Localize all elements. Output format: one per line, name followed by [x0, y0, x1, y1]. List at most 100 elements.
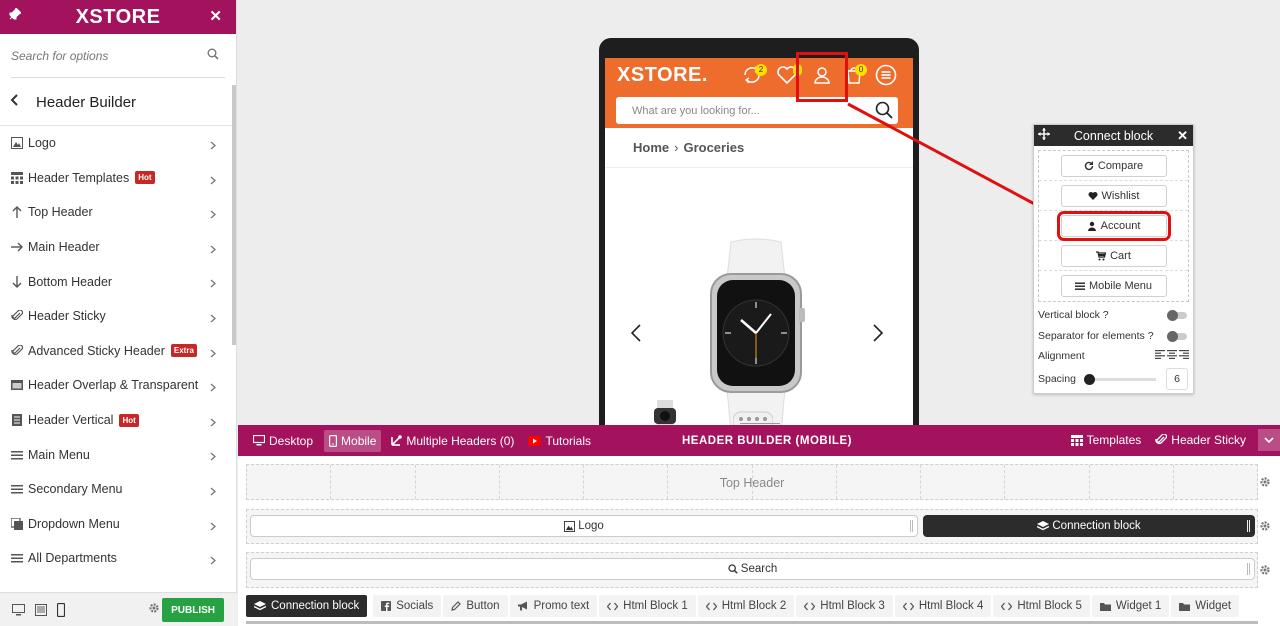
sidebar-item-top-header[interactable]: Top Header — [0, 195, 236, 230]
mobile-menu-icon[interactable] — [875, 64, 899, 88]
preview-search-box — [616, 97, 898, 124]
preview-logo[interactable]: XSTORE. — [617, 64, 708, 87]
search-icon[interactable] — [875, 101, 893, 122]
multiple-headers-icon — [390, 434, 403, 447]
sidebar-item-header-templates[interactable]: Header Templates Hot — [0, 161, 236, 196]
tab-multiple-headers[interactable]: Multiple Headers (0) — [385, 430, 519, 452]
collapse-panel-button[interactable] — [1258, 429, 1280, 451]
mobile-menu-element[interactable]: Mobile Menu — [1060, 275, 1167, 297]
breadcrumb-home[interactable]: Home — [633, 140, 669, 155]
sidebar-item-header-vertical[interactable]: Header Vertical Hot — [0, 403, 236, 438]
align-center-icon[interactable] — [1167, 350, 1177, 362]
mobile-preview-icon[interactable] — [57, 602, 65, 617]
vertical-block-toggle[interactable] — [1167, 309, 1187, 321]
connection-block-element[interactable]: Connection block — [923, 515, 1255, 537]
sidebar-item-header-sticky[interactable]: Header Sticky — [0, 299, 236, 334]
align-left-icon[interactable] — [1155, 350, 1165, 362]
sidebar-item-main-menu[interactable]: Main Menu — [0, 437, 236, 472]
sidebar-item-header-overlap[interactable]: Header Overlap & Transparent — [0, 368, 236, 403]
element-chip-socials[interactable]: Socials — [373, 595, 442, 617]
templates-button[interactable]: Templates — [1066, 429, 1147, 451]
connected-element-row: Cart — [1039, 241, 1188, 271]
sidebar-item-bottom-header[interactable]: Bottom Header — [0, 264, 236, 299]
slider-knob[interactable] — [1084, 374, 1095, 385]
spacing-value-input[interactable]: 6 — [1166, 368, 1188, 390]
vertical-icon — [11, 414, 28, 427]
row-label: Top Header — [719, 476, 785, 490]
tab-desktop[interactable]: Desktop — [248, 430, 318, 452]
element-chip-widget[interactable]: Widget — [1171, 595, 1240, 617]
wishlist-element[interactable]: Wishlist — [1060, 184, 1167, 207]
chevron-down-icon — [1264, 433, 1274, 447]
connected-element-row: Compare — [1039, 151, 1188, 181]
menu-icon — [11, 552, 28, 564]
chip-label: Html Block 5 — [1017, 600, 1082, 612]
tab-mobile[interactable]: Mobile — [324, 429, 382, 452]
back-arrow-icon[interactable] — [10, 93, 36, 111]
sidebar-item-dropdown-menu[interactable]: Dropdown Menu — [0, 507, 236, 542]
element-chip-connection-block[interactable]: Connection block — [246, 595, 368, 617]
vertical-block-option: Vertical block ? — [1034, 305, 1193, 325]
header-sticky-button[interactable]: Header Sticky — [1150, 429, 1251, 451]
tab-label: Tutorials — [545, 433, 592, 448]
chevron-right-icon — [210, 243, 216, 257]
main-header-row[interactable]: Logo Connection block — [246, 509, 1258, 544]
compare-element[interactable]: Compare — [1060, 154, 1167, 177]
mobile-icon — [329, 434, 338, 447]
gear-icon[interactable] — [148, 602, 160, 617]
chip-label: Html Block 1 — [623, 600, 688, 612]
sidebar-item-advanced-sticky-header[interactable]: Advanced Sticky Header Extra — [0, 334, 236, 369]
search-input[interactable] — [11, 48, 225, 63]
available-elements: Connection block Socials Button Promo te… — [246, 595, 1241, 617]
element-chip-html-block-5[interactable]: Html Block 5 — [993, 595, 1090, 617]
element-chip-html-block-3[interactable]: Html Block 3 — [796, 595, 893, 617]
elements-scrollbar[interactable] — [246, 621, 1258, 624]
element-chip-html-block-2[interactable]: Html Block 2 — [697, 595, 795, 617]
carousel-next-icon[interactable] — [873, 324, 884, 345]
element-chip-promo-text[interactable]: Promo text — [509, 595, 598, 617]
cart-element[interactable]: Cart — [1060, 244, 1167, 267]
close-icon[interactable]: ✕ — [1177, 128, 1188, 144]
drag-handle-icon[interactable] — [1247, 563, 1250, 575]
sidebar-item-logo[interactable]: Logo — [0, 126, 236, 161]
separator-toggle[interactable] — [1167, 330, 1187, 342]
connected-element-row: Account — [1039, 210, 1188, 241]
connected-element-row: Mobile Menu — [1039, 271, 1188, 301]
tab-tutorials[interactable]: Tutorials — [523, 430, 596, 452]
account-element[interactable]: Account — [1056, 210, 1171, 241]
close-icon[interactable]: ✕ — [209, 7, 222, 25]
tab-label: Multiple Headers (0) — [406, 433, 515, 448]
drag-handle-icon[interactable] — [910, 520, 913, 532]
sidebar-scrollbar[interactable] — [232, 85, 236, 345]
element-chip-button[interactable]: Button — [443, 595, 508, 617]
search-element[interactable]: Search — [250, 558, 1255, 580]
pin-icon[interactable] — [9, 7, 22, 23]
align-right-icon[interactable] — [1179, 350, 1189, 362]
separator-option: Separator for elements ? — [1034, 326, 1193, 346]
compare-icon[interactable]: 2 — [741, 64, 767, 88]
gear-icon[interactable] — [1259, 476, 1271, 491]
search-icon[interactable] — [207, 48, 219, 63]
gear-icon[interactable] — [1259, 520, 1271, 535]
publish-button[interactable]: PUBLISH — [162, 598, 224, 622]
sidebar-item-main-header[interactable]: Main Header — [0, 230, 236, 265]
element-label: Search — [740, 563, 778, 575]
sidebar-item-label: Main Header — [28, 240, 100, 255]
gear-icon[interactable] — [1259, 564, 1271, 579]
element-chip-html-block-1[interactable]: Html Block 1 — [599, 595, 696, 617]
chevron-right-icon — [210, 520, 216, 534]
carousel-prev-icon[interactable] — [630, 324, 641, 345]
element-chip-html-block-4[interactable]: Html Block 4 — [894, 595, 992, 617]
top-header-row[interactable]: Top Header — [246, 464, 1258, 500]
desktop-preview-icon[interactable] — [12, 603, 25, 616]
drag-handle-icon[interactable] — [1247, 520, 1250, 532]
bottom-header-row[interactable]: Search — [246, 552, 1258, 588]
spacing-slider[interactable] — [1084, 374, 1156, 385]
tablet-preview-icon[interactable] — [35, 603, 47, 616]
sidebar-item-all-departments[interactable]: All Departments — [0, 541, 236, 576]
move-icon[interactable] — [1038, 128, 1050, 143]
element-chip-widget-1[interactable]: Widget 1 — [1091, 595, 1170, 617]
logo-element[interactable]: Logo — [250, 515, 918, 537]
sidebar-item-secondary-menu[interactable]: Secondary Menu — [0, 472, 236, 507]
folder-icon — [1099, 602, 1111, 611]
